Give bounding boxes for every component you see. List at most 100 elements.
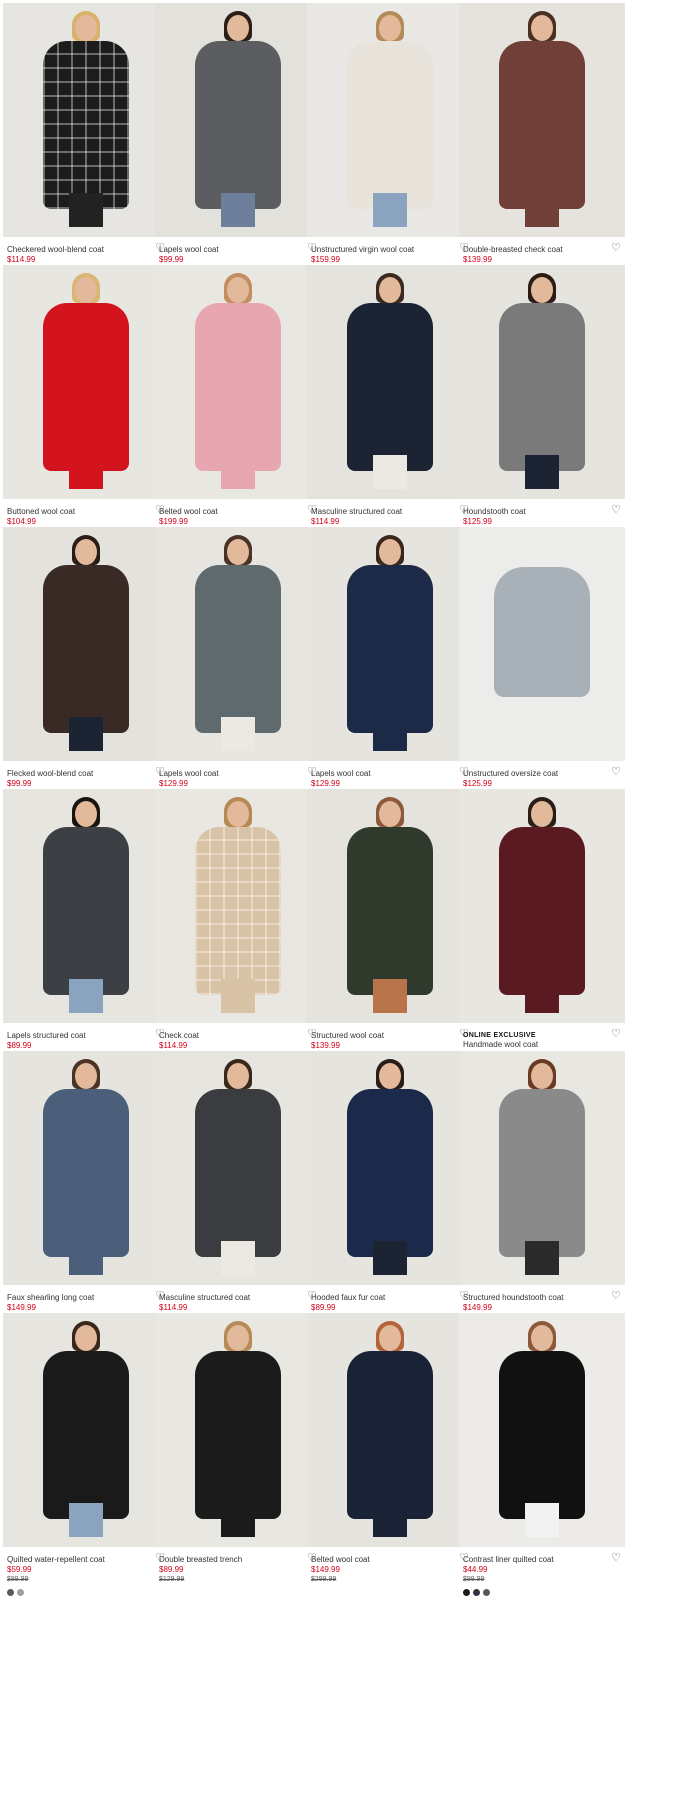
product-grid: Checkered wool-blend coat$114.99$229.99♡… [0,0,700,1803]
product-name[interactable]: Quilted water-repellent coat [7,1555,165,1565]
sale-price: $114.99 [159,1041,188,1050]
product-name[interactable]: Double-breasted check coat [463,245,621,255]
product-image[interactable] [307,3,473,237]
model-legs [525,1503,559,1537]
product-image[interactable] [459,3,625,237]
product-name[interactable]: Masculine structured coat [159,1293,317,1303]
product-name[interactable]: Unstructured oversize coat [463,769,621,779]
product-image[interactable] [3,527,169,761]
model-face [531,15,553,41]
product-image[interactable] [459,1051,625,1285]
product-image[interactable] [459,527,625,761]
model-legs [373,193,407,227]
product-image[interactable] [459,789,625,1023]
product-name[interactable]: Double breasted trench [159,1555,317,1565]
color-swatch[interactable] [7,1589,14,1596]
product-name[interactable]: Handmade wool coat [463,1040,621,1050]
product-image[interactable] [3,3,169,237]
original-price: $299.99 [311,1576,337,1583]
model-face [227,1325,249,1351]
product-image[interactable] [3,1313,169,1547]
product-name[interactable]: Contrast liner quilted coat [463,1555,621,1565]
product-card[interactable]: Double breasted trench $89.99 $129.99 ♡ [155,1313,321,1635]
product-image[interactable] [307,1051,473,1285]
product-image[interactable] [155,265,321,499]
product-name[interactable]: Structured houndstooth coat [463,1293,621,1303]
model-face [531,277,553,303]
product-image[interactable] [307,265,473,499]
model-face [379,277,401,303]
coat-shape [347,303,433,471]
product-name[interactable]: Structured wool coat [311,1031,469,1041]
product-name[interactable]: Lapels wool coat [159,245,317,255]
model-legs [69,193,103,227]
coat-shape [347,1089,433,1257]
heart-icon[interactable]: ♡ [611,1029,621,1040]
product-name[interactable]: Houndstooth coat [463,507,621,517]
model-face [227,277,249,303]
heart-icon[interactable]: ♡ [611,1291,621,1302]
product-card[interactable]: Contrast liner quilted coat $44.99 $99.99 ♡ [459,1313,625,1635]
sale-price: $159.99 [311,255,340,264]
model-face [531,1325,553,1351]
sale-price: $114.99 [159,1303,188,1312]
sale-price: $44.99 [463,1565,488,1574]
product-image[interactable] [155,3,321,237]
heart-icon[interactable]: ♡ [611,505,621,516]
sale-price: $89.99 [159,1565,184,1574]
heart-icon[interactable]: ♡ [611,243,621,254]
product-image[interactable] [307,1313,473,1547]
sale-price: $125.99 [463,779,492,788]
product-image[interactable] [307,789,473,1023]
sale-price: $89.99 [7,1041,32,1050]
color-swatch[interactable] [463,1589,470,1596]
product-image[interactable] [307,527,473,761]
product-image[interactable] [459,1313,625,1547]
product-name[interactable]: Unstructured virgin wool coat [311,245,469,255]
model-legs [373,717,407,751]
model-legs [525,193,559,227]
color-swatch[interactable] [483,1589,490,1596]
sale-price: $129.99 [311,779,340,788]
product-image[interactable] [155,527,321,761]
model-legs [221,455,255,489]
product-image[interactable] [459,265,625,499]
product-name[interactable]: Belted wool coat [311,1555,469,1565]
product-image[interactable] [155,1313,321,1547]
product-image[interactable] [3,265,169,499]
product-image[interactable] [155,1051,321,1285]
product-card[interactable]: Belted wool coat $149.99 $299.99 ♡ [307,1313,473,1635]
model-legs [69,1241,103,1275]
product-name[interactable]: Faux shearling long coat [7,1293,165,1303]
model-face [75,15,97,41]
heart-icon[interactable]: ♡ [611,1553,621,1564]
product-image[interactable] [155,789,321,1023]
product-image[interactable] [3,789,169,1023]
color-swatch[interactable] [17,1589,24,1596]
product-name[interactable]: Check coat [159,1031,317,1041]
model-face [227,15,249,41]
sale-price: $99.99 [7,779,32,788]
product-name[interactable]: Lapels wool coat [311,769,469,779]
color-swatch[interactable] [473,1589,480,1596]
product-name[interactable]: Flecked wool-blend coat [7,769,165,779]
product-card[interactable]: Quilted water-repellent coat $59.99 $89.99… [3,1313,169,1635]
product-image[interactable] [3,1051,169,1285]
coat-shape [499,827,585,995]
product-name[interactable]: Lapels wool coat [159,769,317,779]
product-name[interactable]: Lapels structured coat [7,1031,165,1041]
color-swatches [7,1589,165,1597]
product-name[interactable]: Belted wool coat [159,507,317,517]
model-legs [221,1503,255,1537]
original-price: $99.99 [463,1576,485,1583]
product-name[interactable]: Buttoned wool coat [7,507,165,517]
model-legs [373,455,407,489]
product-name[interactable]: Hooded faux fur coat [311,1293,469,1303]
sale-price: $129.99 [159,779,188,788]
product-name[interactable]: Masculine structured coat [311,507,469,517]
product-name[interactable]: Checkered wool-blend coat [7,245,165,255]
coat-shape [43,1351,129,1519]
model-legs [525,455,559,489]
sale-price: $114.99 [311,517,340,526]
heart-icon[interactable]: ♡ [611,767,621,778]
